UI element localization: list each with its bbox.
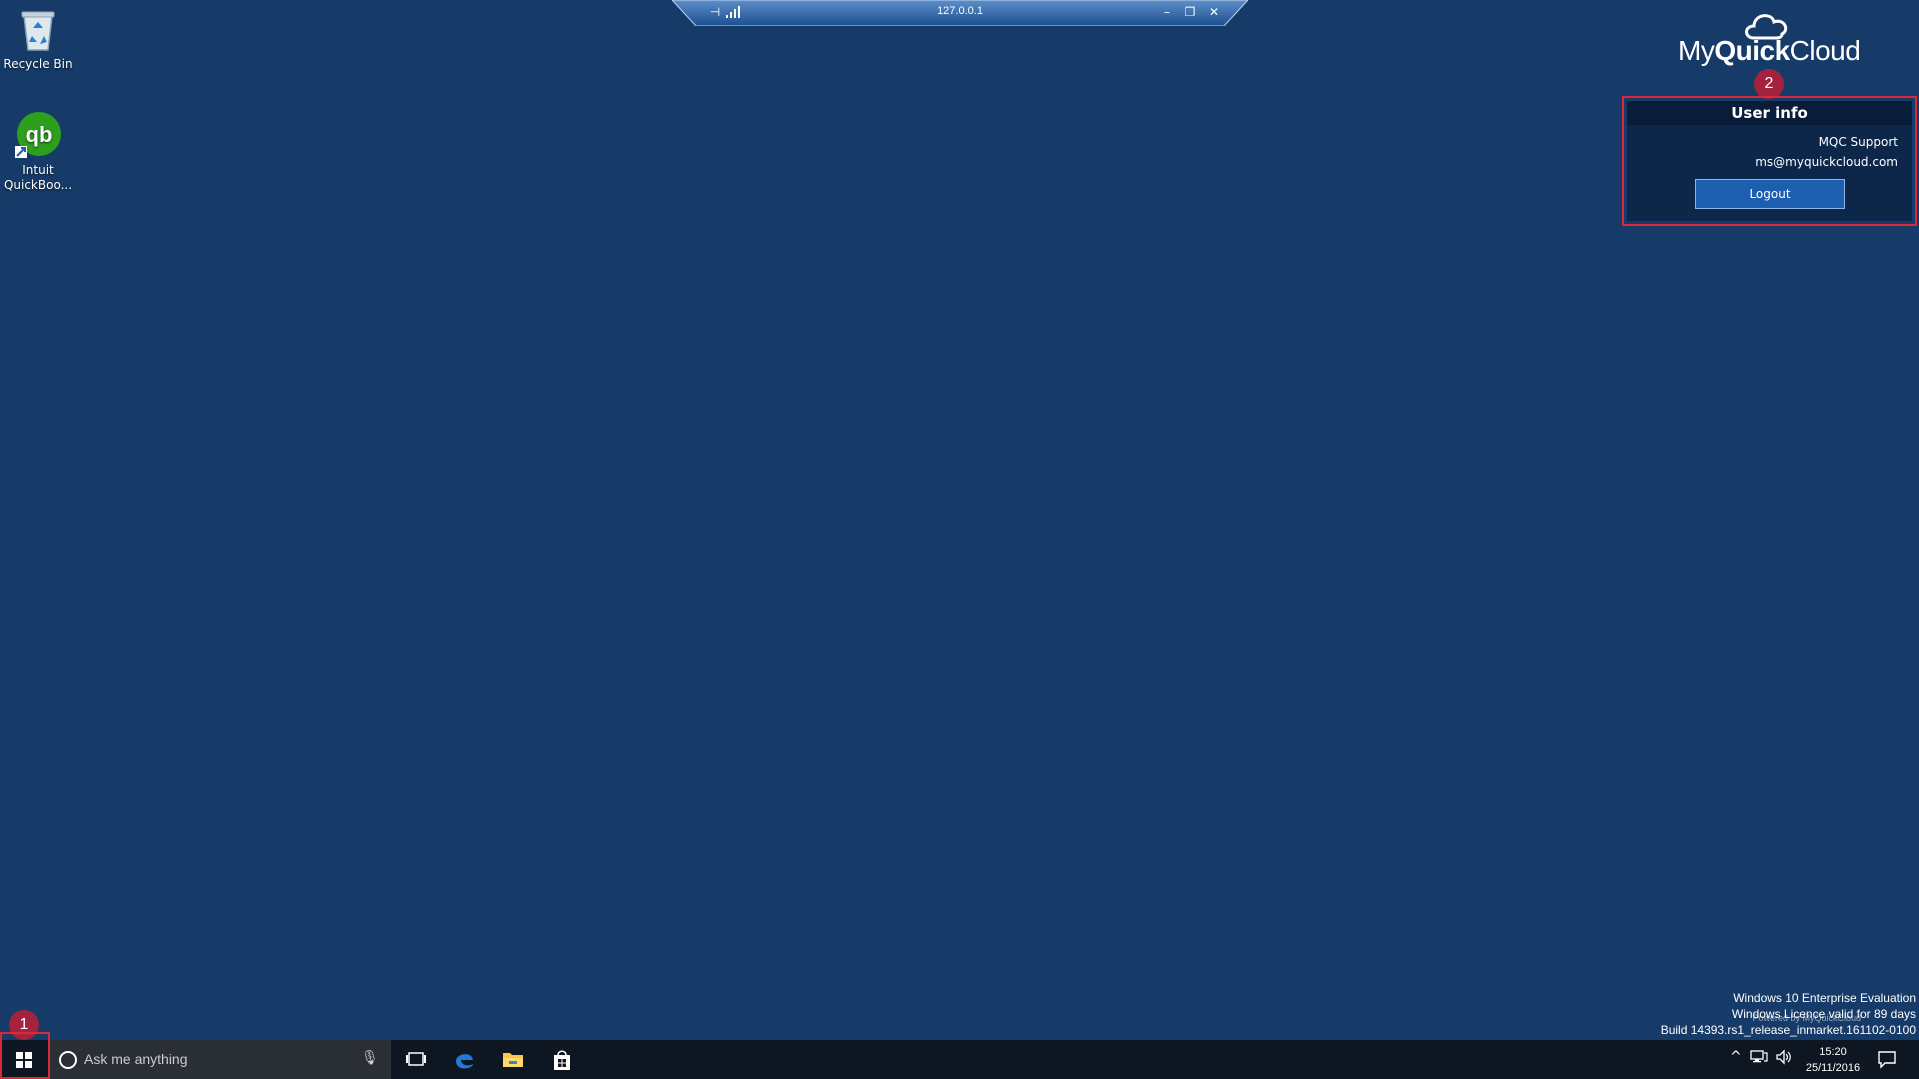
cortana-icon (59, 1051, 77, 1069)
myquickcloud-logo: MyQuickCloud (1668, 8, 1868, 68)
annotation-marker-2: 2 (1754, 69, 1784, 99)
user-name: MQC Support (1818, 135, 1898, 149)
volume-icon[interactable] (1775, 1049, 1793, 1069)
user-email: ms@myquickcloud.com (1755, 155, 1898, 169)
store-button[interactable] (538, 1040, 586, 1079)
minimize-icon[interactable]: – (1158, 3, 1176, 21)
show-hidden-icons-chevron-icon[interactable]: ^ (1730, 1049, 1742, 1065)
task-view-button[interactable] (392, 1040, 440, 1079)
brand-bold: Quick (1714, 35, 1790, 66)
task-view-icon (406, 1052, 426, 1066)
taskbar: Ask me anything 🎙 ^ 15:20 25/11/2016 (0, 1040, 1919, 1079)
desktop-icon-label: Recycle Bin (3, 57, 73, 71)
highlight-start-button (0, 1032, 50, 1079)
desktop-icon-quickbooks[interactable]: qb Intuit QuickBoo... (0, 110, 76, 193)
clock-time: 15:20 (1819, 1046, 1847, 1058)
watermark-build: Build 14393.rs1_release_inmarket.161102-… (1660, 1023, 1916, 1037)
quickbooks-icon: qb (15, 112, 61, 158)
edge-button[interactable] (440, 1040, 488, 1079)
search-box[interactable]: Ask me anything 🎙 (48, 1040, 391, 1079)
brand-wordmark: MyQuickCloud (1678, 35, 1861, 67)
svg-text:qb: qb (26, 122, 53, 147)
edge-icon (456, 1054, 473, 1069)
file-explorer-icon (503, 1053, 523, 1067)
network-icon[interactable] (1750, 1049, 1768, 1069)
watermark-edition: Windows 10 Enterprise Evaluation (1733, 991, 1916, 1005)
search-placeholder: Ask me anything (84, 1051, 188, 1067)
close-icon[interactable]: ✕ (1205, 3, 1223, 21)
user-info-title: User info (1627, 101, 1912, 125)
desktop: Recycle Bin qb Intuit QuickBoo... ⊣ 127.… (0, 0, 1919, 1079)
taskbar-clock[interactable]: 15:20 25/11/2016 (1798, 1044, 1868, 1076)
powered-by-text: Powered by MyQuickCloud (1752, 1013, 1861, 1023)
action-center-button[interactable] (1876, 1048, 1898, 1070)
logout-button[interactable]: Logout (1695, 179, 1845, 209)
desktop-icon-recycle-bin[interactable]: Recycle Bin (0, 6, 76, 72)
restore-icon[interactable]: ❐ (1181, 3, 1199, 21)
brand-prefix: My (1678, 35, 1715, 66)
microphone-icon[interactable]: 🎙 (361, 1050, 379, 1066)
recycle-bin-icon (21, 11, 55, 51)
user-info-panel: User info MQC Support ms@myquickcloud.co… (1627, 101, 1912, 221)
desktop-icon-label: Intuit QuickBoo... (3, 163, 73, 192)
clock-date: 25/11/2016 (1805, 1062, 1861, 1074)
action-center-icon (1878, 1051, 1896, 1069)
brand-suffix: Cloud (1789, 35, 1861, 66)
file-explorer-button[interactable] (489, 1040, 537, 1079)
store-icon (554, 1050, 570, 1070)
remote-connection-bar[interactable]: ⊣ 127.0.0.1 – ❐ ✕ (672, 0, 1248, 26)
